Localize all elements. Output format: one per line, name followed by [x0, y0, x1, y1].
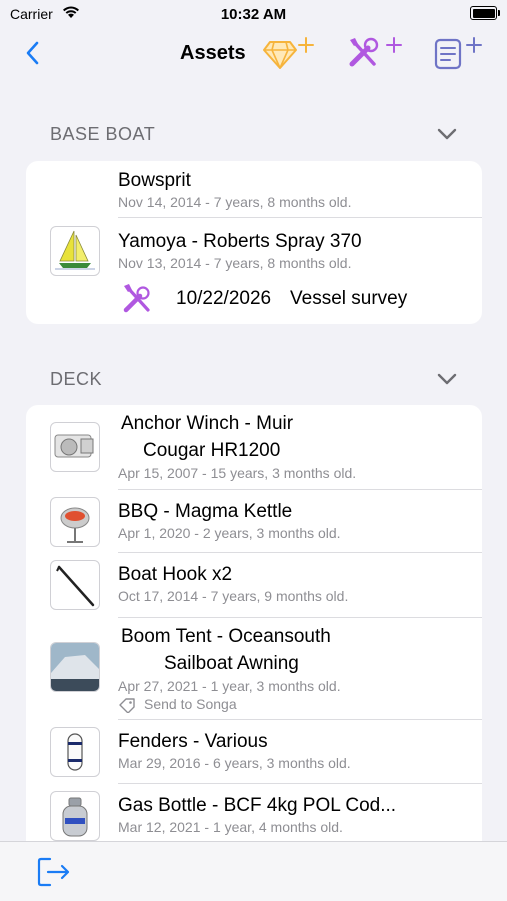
gas-bottle-image	[62, 797, 88, 837]
nav-bar: Assets	[0, 30, 507, 76]
chevron-down-icon[interactable]	[437, 128, 457, 140]
reminder-date: 10/22/2026	[176, 288, 272, 309]
list-item[interactable]: Bowsprit Nov 14, 2014 - 7 years, 8 month…	[26, 161, 482, 217]
item-name-line2: Sailboat Awning	[164, 653, 299, 674]
item-subtitle: Mar 12, 2021 - 1 year, 4 months old.	[118, 819, 343, 835]
chevron-down-icon[interactable]	[437, 373, 457, 385]
list-item[interactable]: Gas Bottle - BCF 4kg POL Cod... Mar 12, …	[26, 784, 482, 845]
item-name: Gas Bottle - BCF 4kg POL Cod...	[118, 795, 397, 816]
tag-label: Send to Songa	[144, 696, 237, 712]
boat-hook-image	[56, 565, 95, 607]
list-item[interactable]: Yamoya - Roberts Spray 370 Nov 13, 2014 …	[26, 218, 482, 324]
item-name: Fenders - Various	[118, 731, 268, 752]
item-subtitle: Apr 15, 2007 - 15 years, 3 months old.	[118, 465, 357, 481]
bottom-toolbar	[0, 841, 507, 901]
item-name-line1: Anchor Winch - Muir	[121, 413, 294, 434]
boat-hook-thumbnail	[50, 560, 100, 610]
boom-tent-image	[51, 643, 99, 691]
item-subtitle: Nov 14, 2014 - 7 years, 8 months old.	[118, 194, 352, 210]
gas-bottle-thumbnail	[50, 791, 100, 841]
item-name: Bowsprit	[118, 170, 191, 191]
list-plus-icon[interactable]	[432, 34, 488, 70]
list-item[interactable]: Boom Tent - Oceansouth Sailboat Awning A…	[26, 618, 482, 719]
fender-image	[67, 733, 83, 771]
item-name: Boat Hook x2	[118, 564, 233, 585]
bbq-thumbnail	[50, 497, 100, 547]
item-subtitle: Nov 13, 2014 - 7 years, 8 months old.	[118, 255, 352, 271]
diamond-plus-icon[interactable]	[262, 34, 318, 70]
reminder-label: Vessel survey	[290, 288, 408, 309]
anchor-winch-image	[54, 434, 94, 458]
tag-icon	[119, 698, 135, 714]
item-subtitle: Mar 29, 2016 - 6 years, 3 months old.	[118, 755, 351, 771]
battery-icon	[470, 6, 500, 20]
bbq-image	[60, 507, 90, 543]
item-subtitle: Oct 17, 2014 - 7 years, 9 months old.	[118, 588, 349, 604]
item-name-line2: Cougar HR1200	[143, 440, 281, 461]
item-subtitle: Apr 27, 2021 - 1 year, 3 months old.	[118, 678, 341, 694]
chevron-left-icon[interactable]	[22, 40, 46, 66]
anchor-winch-thumbnail	[50, 422, 100, 472]
fenders-thumbnail	[50, 727, 100, 777]
clock: 10:32 AM	[220, 6, 287, 23]
item-name-line1: Boom Tent - Oceansouth	[121, 626, 331, 647]
export-icon[interactable]	[36, 856, 72, 888]
tools-icon	[123, 284, 150, 313]
item-name: BBQ - Magma Kettle	[118, 501, 293, 522]
item-tag: Send to Songa	[118, 696, 237, 714]
item-subtitle: Apr 1, 2020 - 2 years, 3 months old.	[118, 525, 341, 541]
section-header-deck: DECK	[50, 369, 103, 389]
status-bar: Carrier 10:32 AM	[0, 0, 507, 30]
sailboat-thumbnail	[50, 226, 100, 276]
sailboat-icon	[55, 230, 95, 270]
boom-tent-thumbnail	[50, 642, 100, 692]
list-item[interactable]: Fenders - Various Mar 29, 2016 - 6 years…	[26, 720, 482, 783]
list-item[interactable]: Anchor Winch - Muir Cougar HR1200 Apr 15…	[26, 405, 482, 489]
base-boat-list: Bowsprit Nov 14, 2014 - 7 years, 8 month…	[26, 161, 482, 324]
tools-plus-icon[interactable]	[346, 34, 406, 70]
item-name: Yamoya - Roberts Spray 370	[118, 231, 362, 252]
section-header-base-boat: BASE BOAT	[50, 124, 156, 144]
list-item[interactable]: Boat Hook x2 Oct 17, 2014 - 7 years, 9 m…	[26, 553, 482, 617]
deck-list: Anchor Winch - Muir Cougar HR1200 Apr 15…	[26, 405, 482, 845]
list-item[interactable]: BBQ - Magma Kettle Apr 1, 2020 - 2 years…	[26, 490, 482, 552]
page-title: Assets	[180, 42, 246, 64]
